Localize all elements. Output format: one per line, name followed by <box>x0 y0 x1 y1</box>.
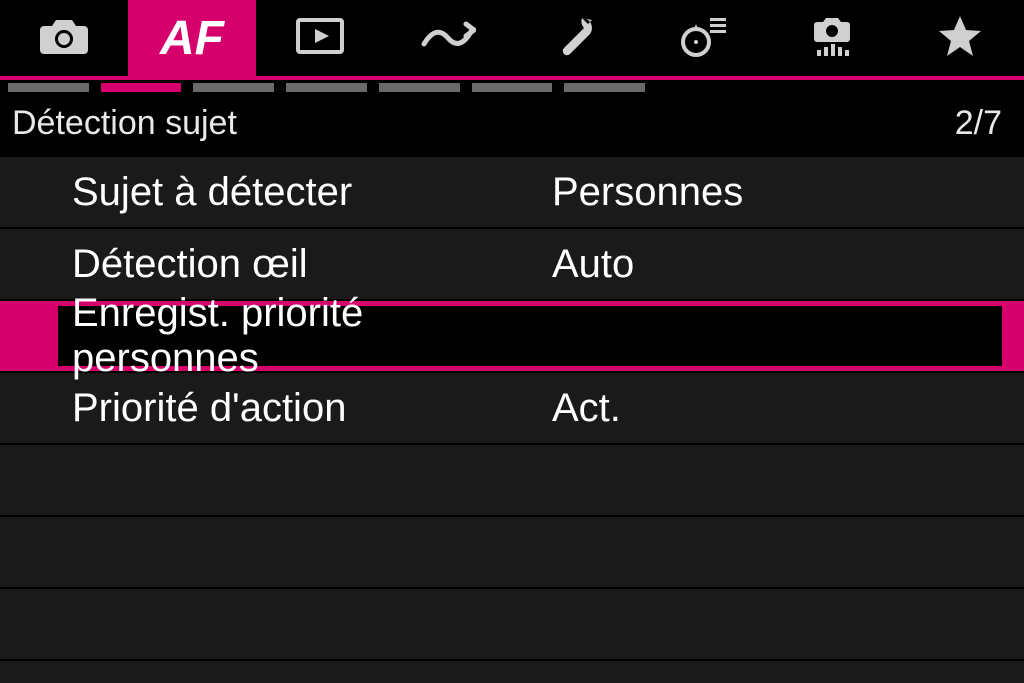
page-segment[interactable] <box>564 83 645 92</box>
menu-item-value: Act. <box>552 386 1002 431</box>
tab-network-settings[interactable] <box>768 0 896 76</box>
menu-item-label: Enregist. priorité personnes <box>72 291 552 381</box>
tab-shooting[interactable] <box>0 0 128 76</box>
page-segment-active[interactable] <box>101 83 182 92</box>
tab-af-label: AF <box>160 11 224 66</box>
camera-bars-icon <box>807 14 857 63</box>
page-segment[interactable] <box>286 83 367 92</box>
menu-list: Sujet à détecter Personnes Détection œil… <box>0 157 1024 661</box>
tab-af[interactable]: AF <box>128 0 256 76</box>
tab-playback[interactable] <box>256 0 384 76</box>
menu-item-label: Sujet à détecter <box>72 170 552 215</box>
camera-icon <box>39 16 89 61</box>
menu-item-value: Auto <box>552 242 1002 287</box>
page-segment-bar <box>0 80 1024 94</box>
network-icon <box>420 18 476 59</box>
segment-spacer <box>657 83 738 92</box>
segment-spacer <box>750 83 831 92</box>
page-segment[interactable] <box>379 83 460 92</box>
star-icon <box>937 14 983 63</box>
segment-spacer <box>935 83 1016 92</box>
tab-bar: AF <box>0 0 1024 76</box>
page-segment[interactable] <box>472 83 553 92</box>
tab-custom[interactable] <box>640 0 768 76</box>
menu-item-empty <box>0 445 1024 517</box>
menu-item-subject-detect[interactable]: Sujet à détecter Personnes <box>0 157 1024 229</box>
page-indicator: 2/7 <box>955 104 1002 143</box>
tab-setup[interactable] <box>512 0 640 76</box>
menu-header: Détection sujet 2/7 <box>0 94 1024 157</box>
menu-item-label: Détection œil <box>72 242 552 287</box>
segment-spacer <box>843 83 924 92</box>
wrench-icon <box>554 14 598 63</box>
custom-controls-icon <box>680 14 728 63</box>
menu-item-register-priority[interactable]: Enregist. priorité personnes <box>0 301 1024 373</box>
menu-item-value: Personnes <box>552 170 1002 215</box>
menu-title: Détection sujet <box>12 104 237 143</box>
tab-network[interactable] <box>384 0 512 76</box>
page-segment[interactable] <box>193 83 274 92</box>
menu-item-selected-inner: Enregist. priorité personnes <box>58 306 1002 366</box>
menu-item-empty <box>0 589 1024 661</box>
play-icon <box>296 18 344 59</box>
tab-mymenu[interactable] <box>896 0 1024 76</box>
menu-item-label: Priorité d'action <box>72 386 552 431</box>
menu-item-empty <box>0 517 1024 589</box>
page-segment[interactable] <box>8 83 89 92</box>
menu-item-action-priority[interactable]: Priorité d'action Act. <box>0 373 1024 445</box>
